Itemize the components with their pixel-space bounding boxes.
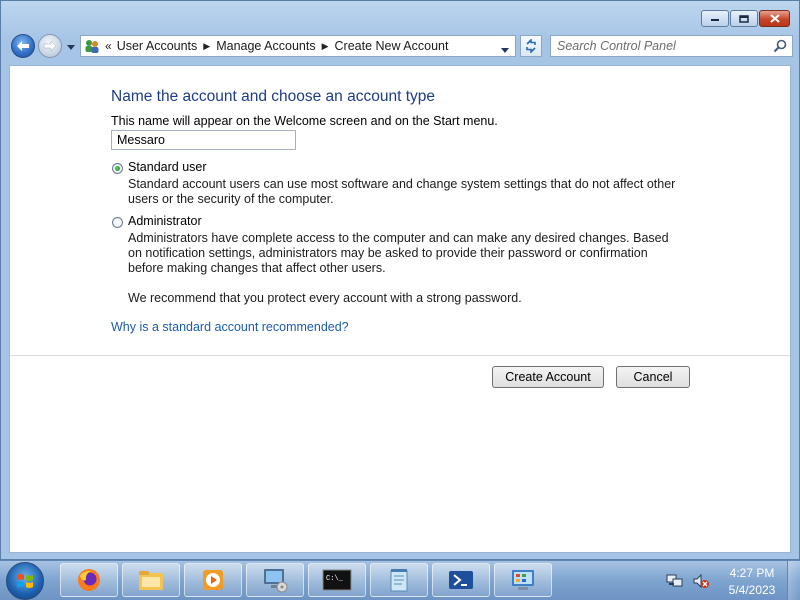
firefox-icon: [78, 569, 100, 591]
navigation-bar: « User Accounts ▶ Manage Accounts ▶ Crea…: [10, 34, 793, 60]
chevron-down-icon: [67, 44, 75, 50]
taskbar-powershell[interactable]: [432, 563, 490, 597]
forward-arrow-icon: [43, 40, 57, 52]
divider: [10, 355, 790, 356]
forward-button[interactable]: [38, 34, 62, 58]
account-name-field[interactable]: [111, 130, 296, 150]
password-recommendation: We recommend that you protect every acco…: [128, 291, 522, 305]
administrator-radio[interactable]: [112, 217, 123, 228]
breadcrumb-separator-icon[interactable]: ▶: [203, 41, 210, 52]
cancel-button[interactable]: Cancel: [616, 366, 690, 388]
administrator-label[interactable]: Administrator: [128, 214, 202, 228]
taskbar-control-panel[interactable]: [494, 563, 552, 597]
breadcrumb-manage-accounts[interactable]: Manage Accounts: [216, 39, 315, 53]
windows-logo-icon: [17, 574, 33, 588]
volume-muted-icon[interactable]: [692, 573, 710, 589]
start-button[interactable]: [6, 562, 44, 600]
administrator-description: Administrators have complete access to t…: [128, 231, 669, 275]
taskbar-firefox[interactable]: [60, 563, 118, 597]
close-button[interactable]: [759, 10, 790, 27]
address-history-dropdown[interactable]: [501, 42, 509, 56]
taskbar-command-prompt[interactable]: C:\_: [308, 563, 366, 597]
refresh-icon: [526, 39, 536, 53]
chevron-down-icon: [501, 48, 509, 53]
close-icon: [769, 14, 780, 23]
breadcrumb-user-accounts[interactable]: User Accounts: [117, 39, 198, 53]
minimize-button[interactable]: [701, 10, 729, 27]
create-account-button[interactable]: Create Account: [492, 366, 604, 388]
address-overflow-chevron[interactable]: «: [105, 39, 112, 53]
control-panel-icon: [512, 570, 534, 590]
taskbar-media-player[interactable]: [184, 563, 242, 597]
window-controls: [701, 10, 790, 27]
standard-user-radio[interactable]: [112, 163, 123, 174]
taskbar-file-explorer[interactable]: [122, 563, 180, 597]
show-desktop-button[interactable]: [787, 561, 800, 600]
why-standard-account-link[interactable]: Why is a standard account recommended?: [111, 320, 349, 334]
maximize-icon: [739, 14, 749, 23]
minimize-icon: [711, 18, 719, 21]
radio-selected-dot: [115, 166, 120, 171]
search-input[interactable]: [551, 36, 767, 56]
computer-icon: [264, 569, 288, 593]
maximize-button[interactable]: [730, 10, 758, 27]
breadcrumb-separator-icon[interactable]: ▶: [322, 41, 329, 52]
refresh-button[interactable]: [520, 35, 542, 57]
file-explorer-icon: [139, 571, 163, 590]
notification-area: 4:27 PM 5/4/2023: [660, 561, 800, 600]
recent-pages-dropdown[interactable]: [66, 42, 76, 52]
taskbar-computer[interactable]: [246, 563, 304, 597]
search-box[interactable]: [550, 35, 793, 57]
breadcrumb-create-new-account[interactable]: Create New Account: [335, 39, 449, 53]
standard-user-label[interactable]: Standard user: [128, 160, 207, 174]
content-pane: Name the account and choose an account t…: [9, 65, 791, 553]
back-button[interactable]: [11, 34, 35, 58]
media-player-icon: [203, 570, 223, 590]
powershell-icon: [449, 571, 473, 589]
search-icon[interactable]: [773, 39, 787, 53]
address-bar[interactable]: « User Accounts ▶ Manage Accounts ▶ Crea…: [80, 35, 516, 57]
back-arrow-icon: [17, 41, 29, 51]
taskbar: C:\_ 4:27 PM 5/4/2023: [0, 560, 800, 600]
network-icon[interactable]: [666, 573, 684, 589]
command-prompt-glyph: C:\_: [326, 575, 344, 583]
user-accounts-icon: [85, 40, 99, 53]
page-title: Name the account and choose an account t…: [111, 88, 435, 105]
command-prompt-icon: C:\_: [322, 569, 352, 591]
control-panel-window: « User Accounts ▶ Manage Accounts ▶ Crea…: [0, 0, 800, 560]
clock-date[interactable]: 5/4/2023: [722, 583, 782, 597]
clock-time[interactable]: 4:27 PM: [722, 566, 782, 580]
taskbar-notepad[interactable]: [370, 563, 428, 597]
notepad-icon: [390, 569, 408, 592]
standard-user-description: Standard account users can use most soft…: [128, 177, 676, 206]
account-name-description: This name will appear on the Welcome scr…: [111, 114, 498, 128]
